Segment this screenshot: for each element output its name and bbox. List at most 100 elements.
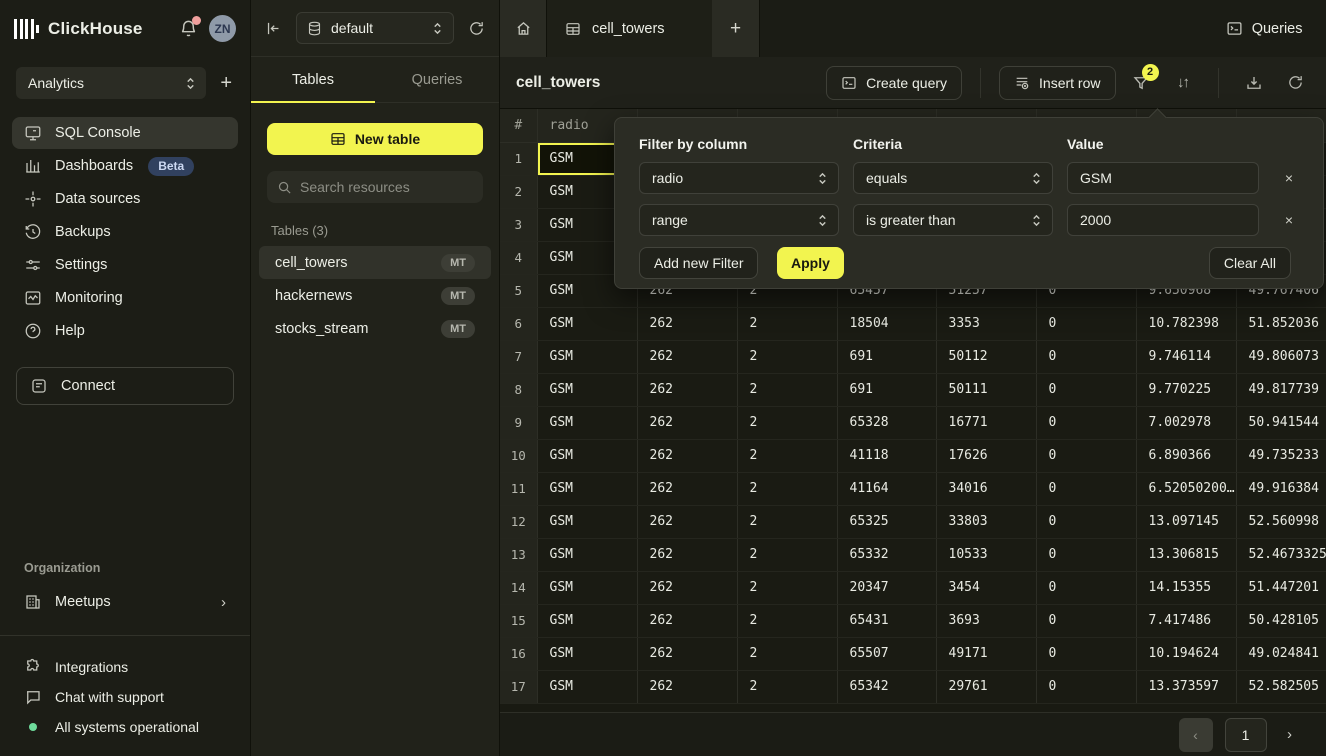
- row-number[interactable]: 5: [500, 274, 537, 307]
- cell[interactable]: 0: [1036, 604, 1136, 637]
- row-number[interactable]: 16: [500, 637, 537, 670]
- cell[interactable]: 2: [737, 373, 837, 406]
- cell[interactable]: 7.002978: [1136, 406, 1236, 439]
- row-number[interactable]: 17: [500, 670, 537, 703]
- new-tab-button[interactable]: +: [712, 0, 760, 57]
- cell[interactable]: 0: [1036, 439, 1136, 472]
- cell[interactable]: 50.941544: [1236, 406, 1326, 439]
- cell[interactable]: 9.770225: [1136, 373, 1236, 406]
- cell[interactable]: 9.746114: [1136, 340, 1236, 373]
- sidebar-item-data-sources[interactable]: Data sources: [12, 183, 238, 215]
- cell[interactable]: GSM: [537, 472, 637, 505]
- cell[interactable]: 65431: [837, 604, 936, 637]
- cell[interactable]: 65507: [837, 637, 936, 670]
- cell[interactable]: 2: [737, 538, 837, 571]
- collapse-left-icon[interactable]: [265, 20, 282, 37]
- table-item-cell-towers[interactable]: cell_towers MT: [259, 246, 491, 279]
- cell[interactable]: 0: [1036, 571, 1136, 604]
- cell[interactable]: GSM: [537, 538, 637, 571]
- cell[interactable]: 262: [637, 604, 737, 637]
- remove-filter-button[interactable]: ×: [1279, 168, 1299, 188]
- cell[interactable]: 262: [637, 670, 737, 703]
- cell[interactable]: 0: [1036, 472, 1136, 505]
- add-filter-button[interactable]: Add new Filter: [639, 247, 758, 279]
- cell[interactable]: GSM: [537, 637, 637, 670]
- cell[interactable]: 0: [1036, 670, 1136, 703]
- cell[interactable]: 29761: [936, 670, 1036, 703]
- cell[interactable]: 52.560998: [1236, 505, 1326, 538]
- cell[interactable]: 0: [1036, 307, 1136, 340]
- cell[interactable]: GSM: [537, 670, 637, 703]
- queries-button[interactable]: Queries: [1226, 20, 1303, 37]
- notifications-button[interactable]: [179, 19, 199, 39]
- row-number[interactable]: 9: [500, 406, 537, 439]
- sidebar-item-chat-support[interactable]: Chat with support: [0, 682, 250, 712]
- cell[interactable]: 16771: [936, 406, 1036, 439]
- cell[interactable]: 2: [737, 340, 837, 373]
- tab-tables[interactable]: Tables: [251, 57, 375, 102]
- sidebar-item-sql-console[interactable]: SQL Console: [12, 117, 238, 149]
- row-number[interactable]: 1: [500, 142, 537, 175]
- cell[interactable]: GSM: [537, 406, 637, 439]
- cell[interactable]: GSM: [537, 307, 637, 340]
- cell[interactable]: 41118: [837, 439, 936, 472]
- previous-page-button[interactable]: ‹: [1179, 718, 1213, 752]
- row-number[interactable]: 12: [500, 505, 537, 538]
- sidebar-item-backups[interactable]: Backups: [12, 216, 238, 248]
- cell[interactable]: 7.417486: [1136, 604, 1236, 637]
- cell[interactable]: GSM: [537, 604, 637, 637]
- database-selector[interactable]: default: [296, 12, 454, 44]
- filter-value-input[interactable]: [1080, 212, 1248, 228]
- cell[interactable]: 262: [637, 472, 737, 505]
- cell[interactable]: 262: [637, 538, 737, 571]
- cell[interactable]: 0: [1036, 538, 1136, 571]
- sidebar-item-meetups[interactable]: Meetups ›: [0, 585, 250, 619]
- cell[interactable]: 2: [737, 637, 837, 670]
- cell[interactable]: 41164: [837, 472, 936, 505]
- filter-value-field[interactable]: [1067, 204, 1259, 236]
- row-number[interactable]: 7: [500, 340, 537, 373]
- row-number[interactable]: 6: [500, 307, 537, 340]
- cell[interactable]: 0: [1036, 637, 1136, 670]
- cell[interactable]: 49.817739: [1236, 373, 1326, 406]
- cell[interactable]: 50.428105: [1236, 604, 1326, 637]
- cell[interactable]: 3693: [936, 604, 1036, 637]
- cell[interactable]: GSM: [537, 505, 637, 538]
- cell[interactable]: 49171: [936, 637, 1036, 670]
- filter-column-select[interactable]: radio: [639, 162, 839, 194]
- cell[interactable]: 13.306815: [1136, 538, 1236, 571]
- row-number[interactable]: 11: [500, 472, 537, 505]
- apply-button[interactable]: Apply: [777, 247, 844, 279]
- cell[interactable]: 2: [737, 307, 837, 340]
- cell[interactable]: 50112: [936, 340, 1036, 373]
- search-box[interactable]: [267, 171, 483, 203]
- insert-row-button[interactable]: Insert row: [999, 66, 1115, 100]
- home-button[interactable]: [500, 0, 547, 57]
- filter-button[interactable]: 2: [1124, 66, 1158, 100]
- cell[interactable]: 49.916384: [1236, 472, 1326, 505]
- next-page-button[interactable]: ›: [1279, 726, 1301, 743]
- cell[interactable]: 6.52050200…: [1136, 472, 1236, 505]
- cell[interactable]: 18504: [837, 307, 936, 340]
- filter-criteria-select[interactable]: equals: [853, 162, 1053, 194]
- cell[interactable]: GSM: [537, 373, 637, 406]
- row-number[interactable]: 2: [500, 175, 537, 208]
- row-number[interactable]: 15: [500, 604, 537, 637]
- row-number[interactable]: 13: [500, 538, 537, 571]
- create-query-button[interactable]: Create query: [826, 66, 962, 100]
- cell[interactable]: 262: [637, 571, 737, 604]
- new-table-button[interactable]: New table: [267, 123, 483, 155]
- cell[interactable]: 262: [637, 439, 737, 472]
- row-number[interactable]: 8: [500, 373, 537, 406]
- cell[interactable]: 14.15355: [1136, 571, 1236, 604]
- cell[interactable]: 65328: [837, 406, 936, 439]
- system-status[interactable]: All systems operational: [0, 712, 250, 742]
- cell[interactable]: 51.447201: [1236, 571, 1326, 604]
- download-button[interactable]: [1237, 66, 1271, 100]
- cell[interactable]: 262: [637, 373, 737, 406]
- filter-column-select[interactable]: range: [639, 204, 839, 236]
- cell[interactable]: 3454: [936, 571, 1036, 604]
- cell[interactable]: 49.735233: [1236, 439, 1326, 472]
- cell[interactable]: 262: [637, 505, 737, 538]
- cell[interactable]: 20347: [837, 571, 936, 604]
